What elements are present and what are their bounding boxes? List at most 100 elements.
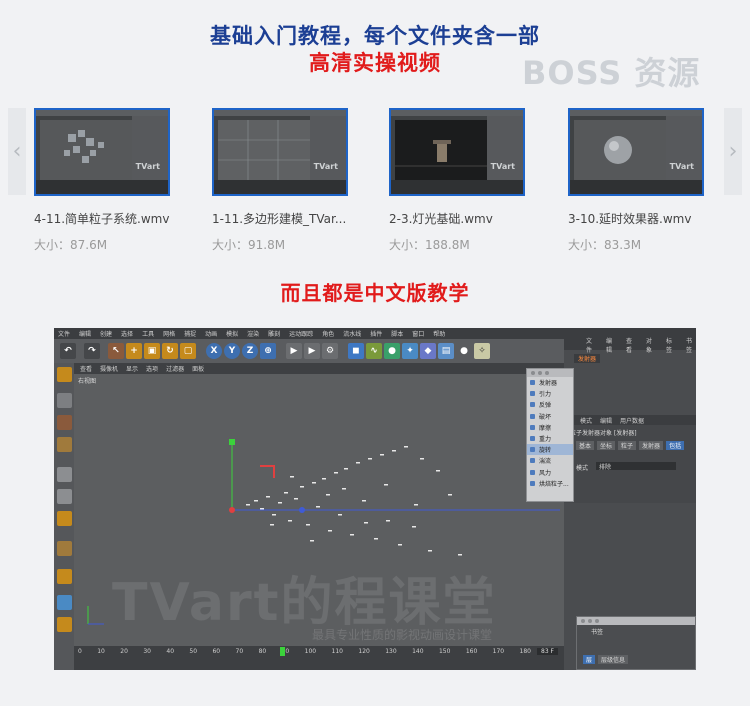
menu-item-rotation[interactable]: 旋转	[527, 444, 573, 456]
video-filename[interactable]: 3-10.延时效果器.wmv	[568, 210, 704, 227]
attr-tab[interactable]: 发射器	[639, 441, 664, 450]
menu-item[interactable]: 文件	[58, 329, 70, 338]
viewport-menu-item[interactable]: 摄像机	[100, 364, 118, 373]
video-filename[interactable]: 2-3.灯光基础.wmv	[389, 210, 525, 227]
viewport-menu-item[interactable]: 显示	[126, 364, 138, 373]
carousel-prev-button[interactable]: ‹	[8, 108, 26, 195]
menu-item-gravity[interactable]: 重力	[527, 433, 573, 444]
menu-item-attractor[interactable]: 引力	[527, 388, 573, 399]
solo-icon[interactable]	[57, 617, 72, 632]
menu-item[interactable]: 插件	[370, 329, 382, 338]
om-menu-item[interactable]: 查看	[626, 336, 636, 354]
attr-tab-active[interactable]: 包括	[666, 441, 685, 450]
om-menu-item[interactable]: 书签	[686, 336, 696, 354]
popup2-tab[interactable]: 层级信息	[598, 655, 629, 664]
video-card[interactable]: TVart 4-11.简单粒子系统.wmv 大小：87.6M	[34, 108, 170, 253]
render-picture-icon[interactable]: ▶	[304, 343, 320, 359]
menu-item[interactable]: 运动跟踪	[289, 329, 313, 338]
current-frame-field[interactable]: 83 F	[537, 648, 558, 655]
attr-menu-item[interactable]: 用户数据	[620, 416, 644, 425]
menu-item-friction[interactable]: 摩擦	[527, 422, 573, 433]
attr-tab[interactable]: 粒子	[618, 441, 637, 450]
menu-item-wind[interactable]: 风力	[527, 467, 573, 478]
array-icon[interactable]: ✦	[402, 343, 418, 359]
video-thumbnail[interactable]: TVart	[389, 108, 525, 196]
z-axis-button[interactable]: Z	[242, 343, 258, 359]
menu-item[interactable]: 雕刻	[268, 329, 280, 338]
video-filename[interactable]: 4-11.简单粒子系统.wmv	[34, 210, 170, 227]
menu-item[interactable]: 流水线	[343, 329, 361, 338]
menu-item[interactable]: 角色	[322, 329, 334, 338]
light-icon[interactable]: ✧	[474, 343, 490, 359]
menu-item[interactable]: 创建	[100, 329, 112, 338]
menu-item[interactable]: 选择	[121, 329, 133, 338]
object-mode-icon[interactable]	[57, 393, 72, 408]
attr-mode-select[interactable]: 排除	[596, 462, 676, 471]
coordinate-system-icon[interactable]: ⊕	[260, 343, 276, 359]
om-menu-item[interactable]: 标签	[666, 336, 676, 354]
attr-tab[interactable]: 坐标	[597, 441, 616, 450]
workplane-icon[interactable]	[57, 437, 72, 452]
object-emitter[interactable]: 发射器	[574, 354, 601, 363]
menu-item[interactable]: 编辑	[79, 329, 91, 338]
om-menu-item[interactable]: 文件	[586, 336, 596, 354]
popup2-tab[interactable]: 层	[583, 655, 596, 664]
video-card[interactable]: TVart 3-10.延时效果器.wmv 大小：83.3M	[568, 108, 704, 253]
carousel-next-button[interactable]: ›	[724, 108, 742, 195]
menu-item-deflector[interactable]: 反弹	[527, 399, 573, 410]
menu-item-turbulence[interactable]: 湍流	[527, 455, 573, 466]
spline-icon[interactable]: ∿	[366, 343, 382, 359]
x-axis-button[interactable]: X	[206, 343, 222, 359]
scale-tool-icon[interactable]: ▣	[144, 343, 160, 359]
animation-timeline[interactable]: 0 10 20 30 40 50 60 70 80 90 100 110 120…	[74, 646, 564, 670]
menu-item[interactable]: 窗口	[412, 329, 424, 338]
menu-item[interactable]: 模拟	[226, 329, 238, 338]
select-tool-icon[interactable]: ↖	[108, 343, 124, 359]
cube-icon[interactable]: ◼	[348, 343, 364, 359]
attr-menu-item[interactable]: 模式	[580, 416, 592, 425]
lock-workplane-icon[interactable]	[57, 595, 72, 610]
attr-menu-item[interactable]: 编辑	[600, 416, 612, 425]
menu-item[interactable]: 捕捉	[184, 329, 196, 338]
viewport-menu-item[interactable]: 面板	[192, 364, 204, 373]
texture-mode-icon[interactable]	[57, 415, 72, 430]
menu-item-destructor[interactable]: 破坏	[527, 411, 573, 422]
om-menu-item[interactable]: 对象	[646, 336, 656, 354]
undo-icon[interactable]: ↶	[60, 343, 76, 359]
menu-item[interactable]: 帮助	[433, 329, 445, 338]
snap-icon[interactable]	[57, 569, 72, 584]
playhead[interactable]	[280, 647, 285, 656]
om-menu-item[interactable]: 编辑	[606, 336, 616, 354]
camera-icon[interactable]: ●	[456, 343, 472, 359]
video-card[interactable]: TVart 1-11.多边形建模_TVar... 大小：91.8M	[212, 108, 348, 253]
video-card[interactable]: TVart 2-3.灯光基础.wmv 大小：188.8M	[389, 108, 525, 253]
menu-item[interactable]: 工具	[142, 329, 154, 338]
menu-item[interactable]: 脚本	[391, 329, 403, 338]
menu-item-bake-particles[interactable]: 烘焙粒子...	[527, 478, 573, 489]
rotate-tool-icon[interactable]: ↻	[162, 343, 178, 359]
video-thumbnail[interactable]: TVart	[212, 108, 348, 196]
y-axis-button[interactable]: Y	[224, 343, 240, 359]
video-thumbnail[interactable]: TVart	[34, 108, 170, 196]
video-thumbnail[interactable]: TVart	[568, 108, 704, 196]
deformer-icon[interactable]: ◆	[420, 343, 436, 359]
nurbs-icon[interactable]: ●	[384, 343, 400, 359]
axis-mode-icon[interactable]	[57, 541, 72, 556]
edges-mode-icon[interactable]	[57, 489, 72, 504]
menu-item[interactable]: 渲染	[247, 329, 259, 338]
menu-item[interactable]: 动画	[205, 329, 217, 338]
viewport-menu-item[interactable]: 过滤器	[166, 364, 184, 373]
model-mode-icon[interactable]	[57, 367, 72, 382]
video-filename[interactable]: 1-11.多边形建模_TVar...	[212, 210, 348, 227]
render-settings-icon[interactable]: ⚙	[322, 343, 338, 359]
last-tool-icon[interactable]: ▢	[180, 343, 196, 359]
points-mode-icon[interactable]	[57, 467, 72, 482]
redo-icon[interactable]: ↷	[84, 343, 100, 359]
polygons-mode-icon[interactable]	[57, 511, 72, 526]
scene-icon[interactable]: ▤	[438, 343, 454, 359]
move-tool-icon[interactable]: +	[126, 343, 142, 359]
viewport-menu-item[interactable]: 选项	[146, 364, 158, 373]
attr-tab[interactable]: 基本	[576, 441, 595, 450]
menu-item[interactable]: 网格	[163, 329, 175, 338]
viewport-menu-item[interactable]: 查看	[80, 364, 92, 373]
